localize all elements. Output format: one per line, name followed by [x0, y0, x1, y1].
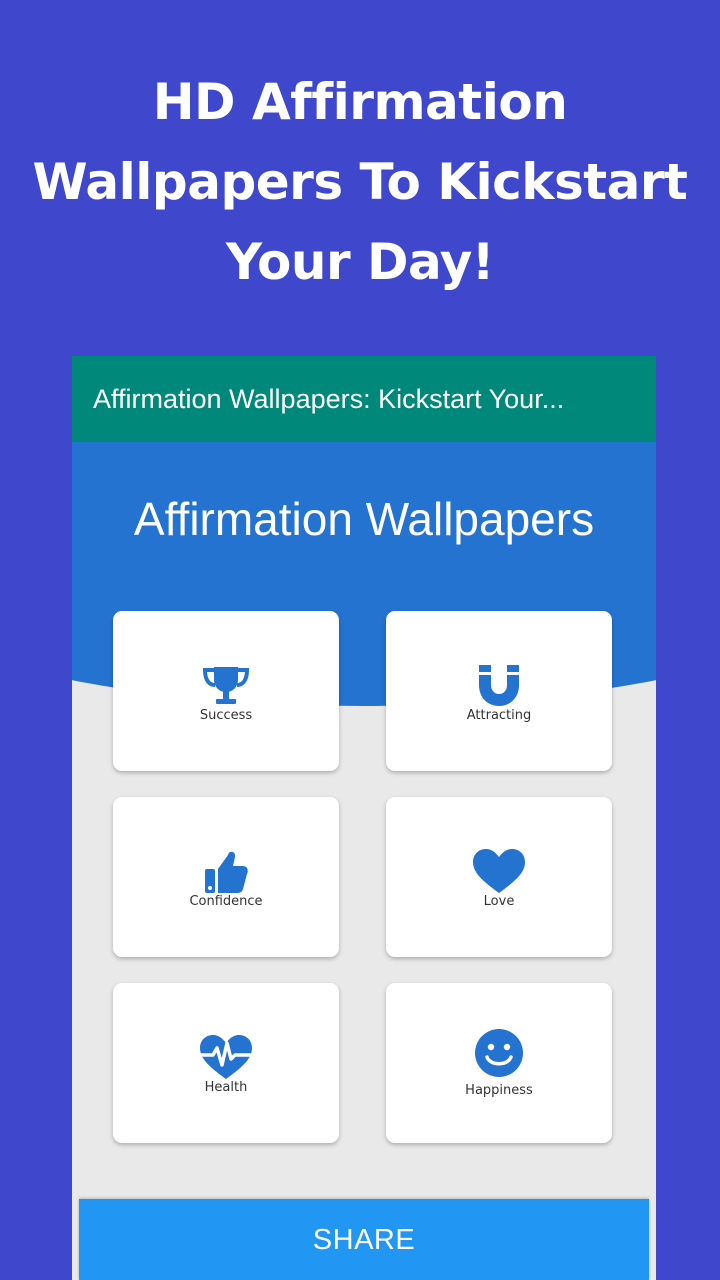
promo-title-line-2: Wallpapers To Kickstart — [32, 153, 688, 211]
category-card-love[interactable]: Love — [386, 797, 612, 957]
trophy-icon — [202, 667, 250, 704]
magnet-icon — [479, 665, 519, 706]
category-label: Happiness — [465, 1083, 533, 1098]
app-bar: Affirmation Wallpapers: Kickstart Your..… — [72, 356, 656, 442]
smiley-icon — [475, 1029, 523, 1077]
thumbs-up-icon — [205, 851, 248, 893]
app-bar-title: Affirmation Wallpapers: Kickstart Your..… — [93, 384, 565, 414]
category-label: Confidence — [189, 894, 263, 909]
heart-icon — [473, 849, 525, 893]
category-card-happiness[interactable]: Happiness — [386, 983, 612, 1143]
category-card-attracting[interactable]: Attracting — [386, 611, 612, 771]
app-screen: Affirmation Wallpapers: Kickstart Your..… — [72, 356, 656, 1280]
header-title: Affirmation Wallpapers — [133, 493, 595, 545]
category-label: Health — [204, 1080, 248, 1095]
promo-title-line-1: HD Affirmation — [152, 73, 568, 131]
category-card-success[interactable]: Success — [113, 611, 339, 771]
category-card-confidence[interactable]: Confidence — [113, 797, 339, 957]
heartbeat-icon — [200, 1035, 252, 1079]
category-card-health[interactable]: Health — [113, 983, 339, 1143]
category-label: Success — [199, 708, 253, 723]
category-label: Attracting — [466, 708, 532, 723]
category-label: Love — [483, 894, 515, 909]
promo-headline: HD Affirmation Wallpapers To Kickstart Y… — [0, 62, 720, 302]
promo-title-line-3: Your Day! — [225, 233, 495, 291]
share-button[interactable]: SHARE — [79, 1199, 649, 1280]
